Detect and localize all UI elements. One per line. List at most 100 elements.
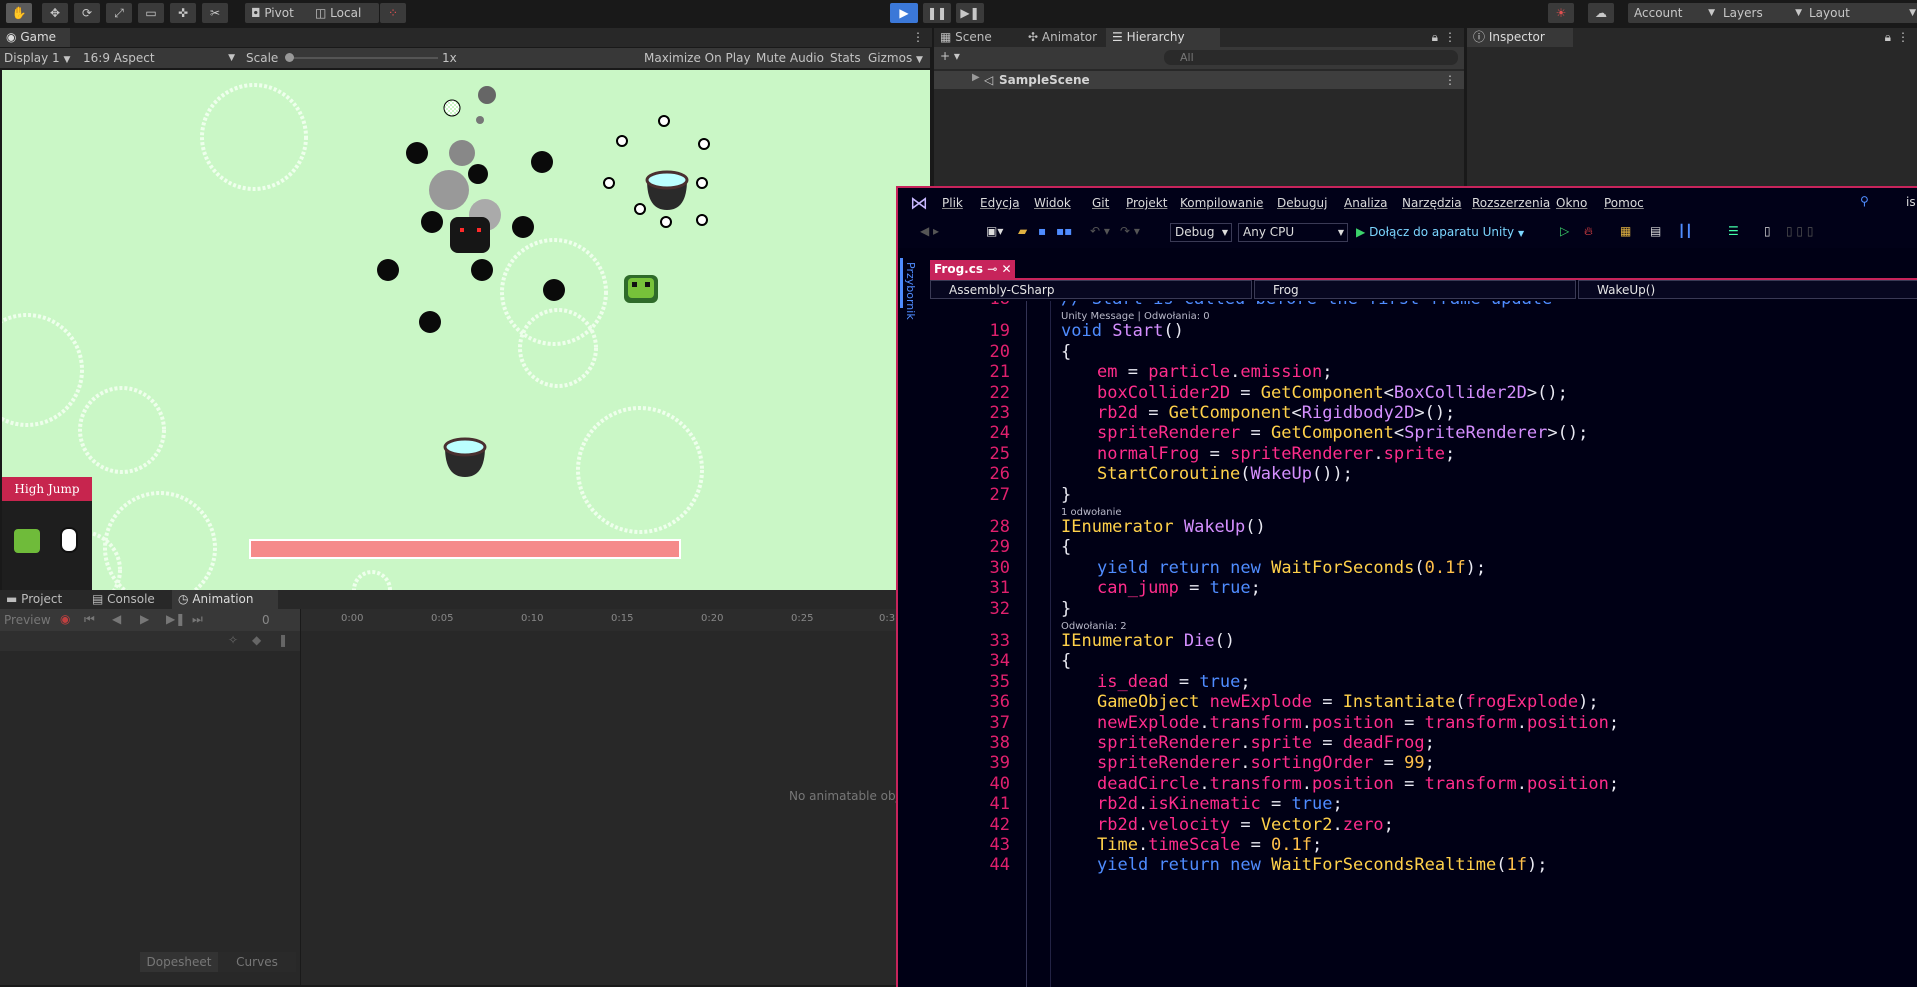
menu-debuguj[interactable]: Debuguj [1277,188,1327,218]
back-icon[interactable]: ◀ ▸ [920,224,939,238]
menu-okno[interactable]: Okno [1556,188,1587,218]
undo-icon[interactable]: ↶ ▾ [1090,224,1110,238]
aspect-dropdown[interactable]: 16:9 Aspect ▼ [83,48,235,68]
tab-project[interactable]: ▬ Project [0,590,92,609]
scale-tool-icon[interactable]: ⤢ [106,3,132,23]
pause-button[interactable]: ❚❚ [923,3,951,23]
frame-field[interactable]: 0 [262,613,270,627]
code-line[interactable]: yield return new WaitForSeconds(0.1f); [1097,558,1486,578]
tab-game[interactable]: ◉ Game [0,28,70,47]
play-button[interactable]: ▶ [890,3,918,23]
code-line[interactable]: { [1061,342,1071,362]
mute-audio-button[interactable]: Mute Audio [756,48,824,68]
code-line[interactable]: rb2d = GetComponent<Rigidbody2D>(); [1097,403,1455,423]
start-without-debug-icon[interactable]: ▷ [1560,224,1569,238]
layout-icon[interactable]: ▤ [1650,224,1661,238]
toolbox-tab[interactable]: Przybornik [904,262,917,320]
next-key-icon[interactable]: ▶❚ [166,612,185,626]
menu-edycja[interactable]: Edycja [980,188,1020,218]
save-icon[interactable]: ▪ [1038,224,1046,238]
pin-icon[interactable]: ⊸ [987,262,997,276]
code-editor[interactable]: 18 // Start is called before the first fr… [930,301,1917,987]
menu-kompilowanie[interactable]: Kompilowanie [1180,188,1263,218]
more-icon[interactable]: ⋮ [912,28,924,47]
project-dropdown[interactable]: Assembly-CSharp [930,280,1252,299]
maximize-on-play-button[interactable]: Maximize On Play [644,48,751,68]
code-line[interactable]: rb2d.velocity = Vector2.zero; [1097,815,1394,835]
menu-widok[interactable]: Widok [1034,188,1071,218]
menu-analiza[interactable]: Analiza [1344,188,1388,218]
code-line[interactable]: GameObject newExplode = Instantiate(frog… [1097,692,1599,712]
tab-scene[interactable]: ▦ Scene [934,28,1010,47]
menu-rozszerzenia[interactable]: Rozszerzenia [1472,188,1550,218]
code-line[interactable]: IEnumerator Die() [1061,631,1235,651]
browser-icon[interactable]: ▦ [1620,224,1631,238]
code-line[interactable]: Time.timeScale = 0.1f; [1097,835,1322,855]
menu-plik[interactable]: Plik [942,188,963,218]
add-event-icon[interactable]: ❚ [278,633,288,647]
config-dropdown[interactable]: Debug ▼ [1170,223,1232,242]
snap-grid-icon[interactable]: ⁘ [380,3,406,23]
code-line[interactable]: newExplode.transform.position = transfor… [1097,713,1619,733]
scale-slider[interactable] [288,57,438,59]
menu-projekt[interactable]: Projekt [1126,188,1167,218]
cloud-icon[interactable]: ☁ [1588,3,1614,23]
preview-button[interactable]: Preview [4,613,51,627]
search-icon[interactable]: ⚲ [1860,194,1869,208]
code-line[interactable]: rb2d.isKinematic = true; [1097,794,1343,814]
dopesheet-area[interactable]: No animatable obje [300,631,906,985]
code-line[interactable]: { [1061,651,1071,671]
open-icon[interactable]: ▰ [1018,224,1027,238]
record-icon[interactable]: ◉ [60,612,70,626]
layers-dropdown[interactable]: Layers ▼ [1717,3,1807,23]
tab-frog-cs[interactable]: Frog.cs ⊸ ✕ [930,260,1015,278]
play-icon[interactable]: ▶ [140,612,149,626]
code-line[interactable]: } [1061,599,1071,619]
timeline-ruler[interactable]: 0:00 0:05 0:10 0:15 0:20 0:25 0:3 [300,609,897,631]
last-key-icon[interactable]: ⏭ [192,612,203,627]
code-line[interactable]: yield return new WaitForSecondsRealtime(… [1097,855,1547,875]
code-line[interactable]: boxCollider2D = GetComponent<BoxCollider… [1097,383,1568,403]
layout-dropdown[interactable]: Layout ▼ [1803,3,1917,23]
pivot-toggle[interactable]: ◘ Pivot [245,3,315,23]
rotate-tool-icon[interactable]: ⟳ [74,3,100,23]
new-project-icon[interactable]: ▣▾ [986,224,1003,238]
comment-icon[interactable]: ☰ [1728,224,1739,238]
code-line[interactable]: void Start() [1061,321,1184,341]
menu-narzedzia[interactable]: Narzędzia [1402,188,1462,218]
first-key-icon[interactable]: ⏮ [84,612,95,627]
tab-hierarchy[interactable]: ☰ Hierarchy [1106,28,1220,47]
code-line[interactable]: em = particle.emission; [1097,362,1332,382]
chevron-right-icon[interactable]: ▶ [972,72,980,83]
scale-slider-handle[interactable] [285,53,294,62]
filter-icon[interactable]: ✧ [228,633,238,647]
code-line[interactable]: normalFrog = spriteRenderer.sprite; [1097,444,1455,464]
transform-tool-icon[interactable]: ✜ [170,3,196,23]
local-toggle[interactable]: ◫ Local [309,3,379,23]
move-tool-icon[interactable]: ✥ [42,3,68,23]
close-icon[interactable]: ✕ [1001,262,1011,276]
bookmark-prev-icon[interactable]: ▯ ▯ ▯ [1786,224,1813,238]
code-line[interactable]: is_dead = true; [1097,672,1251,692]
bookmark-icon[interactable]: ▯ [1764,224,1771,238]
menu-pomoc[interactable]: Pomoc [1604,188,1644,218]
member-dropdown[interactable]: WakeUp() [1578,280,1917,299]
save-all-icon[interactable]: ▪▪ [1056,224,1072,238]
code-line[interactable]: can_jump = true; [1097,578,1261,598]
add-keyframe-icon[interactable]: ◆ [252,633,261,647]
step-button[interactable]: ▶❚ [956,3,984,23]
hand-tool-icon[interactable]: ✋ [6,3,32,23]
code-line[interactable]: IEnumerator WakeUp() [1061,517,1266,537]
hot-reload-icon[interactable]: 🔥︎ [1584,224,1593,239]
add-button[interactable]: + ▾ [940,49,960,63]
redo-icon[interactable]: ↷ ▾ [1120,224,1140,238]
gizmos-dropdown[interactable]: Gizmos ▼ [868,48,923,70]
lock-icon[interactable]: 🔒︎ [1432,28,1438,47]
lock-icon[interactable]: 🔒︎ [1885,28,1891,47]
menu-git[interactable]: Git [1092,188,1109,218]
code-line[interactable]: spriteRenderer.sprite = deadFrog; [1097,733,1435,753]
collab-icon[interactable]: ☀ [1548,3,1574,23]
tab-inspector[interactable]: ⓘ Inspector [1467,28,1573,47]
display-dropdown[interactable]: Display 1 ▼ [4,48,70,70]
tab-console[interactable]: ▤ Console [86,590,178,609]
